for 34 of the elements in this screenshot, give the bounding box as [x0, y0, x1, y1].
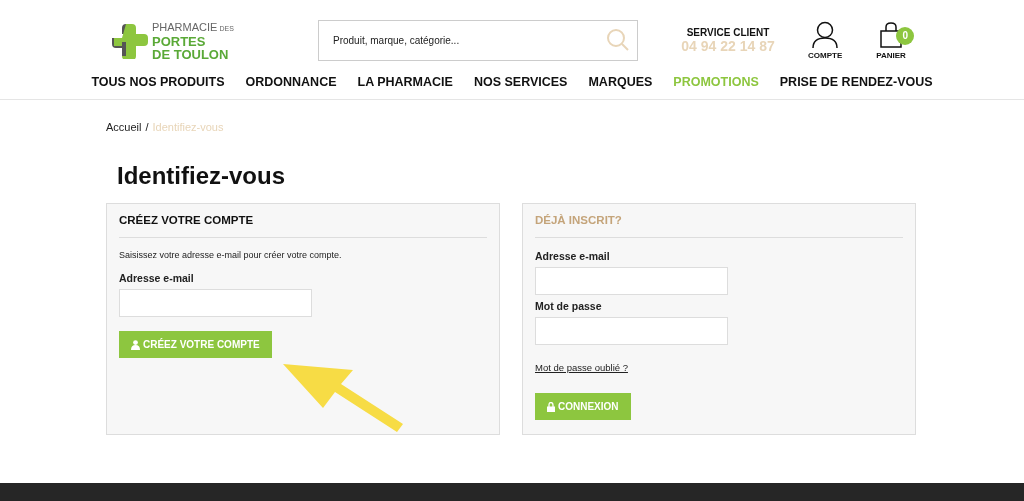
bag-icon[interactable] — [879, 20, 904, 49]
email-field[interactable] — [535, 267, 728, 295]
cart-label[interactable]: PANIER — [876, 50, 906, 60]
account-label[interactable]: COMPTE — [808, 50, 843, 60]
logo-text: PORTES — [152, 35, 207, 48]
search-icon[interactable] — [606, 27, 630, 52]
field-label: Adresse e-mail — [119, 272, 195, 284]
panel-heading: DÉJÀ INSCRIT? — [535, 204, 903, 238]
email-field[interactable] — [119, 289, 312, 317]
password-field[interactable] — [535, 317, 728, 345]
cross-icon — [110, 21, 148, 59]
nav-link[interactable]: LA PHARMACIE — [357, 74, 453, 89]
nav-link[interactable]: MARQUES — [588, 74, 653, 89]
nav-link[interactable]: NOS SERVICES — [473, 74, 568, 89]
field-label: Mot de passe — [535, 300, 603, 312]
lock-icon — [547, 401, 555, 412]
panel-heading: CRÉEZ VOTRE COMPTE — [119, 204, 487, 238]
breadcrumb-link[interactable]: Accueil — [106, 121, 142, 133]
field-label: Adresse e-mail — [535, 250, 611, 262]
cart-count: 0 — [896, 26, 915, 45]
user-icon[interactable] — [812, 20, 839, 49]
nav-link[interactable]: ORDONNANCE — [245, 74, 337, 89]
breadcrumb-separator: / — [145, 121, 149, 133]
nav-link[interactable]: PRISE DE RENDEZ-VOUS — [779, 74, 933, 89]
search-field[interactable]: Produit, marque, catégorie... — [318, 19, 638, 61]
nav-link[interactable]: TOUS NOS PRODUITS — [91, 74, 225, 89]
forgot-password-link[interactable]: Mot de passe oublié ? — [535, 362, 628, 373]
logo-text: PHARMACIE — [152, 21, 218, 33]
intro-text: Saisissez votre adresse e-mail pour créer votre compte. — [119, 250, 343, 260]
logo-text: DE TOULON — [152, 48, 230, 61]
phone-number: 04 94 22 14 87 — [681, 37, 775, 54]
service-label: SERVICE CLIENT — [686, 26, 770, 38]
page-title: Identifiez-vous — [117, 161, 286, 191]
user-icon — [131, 339, 140, 350]
